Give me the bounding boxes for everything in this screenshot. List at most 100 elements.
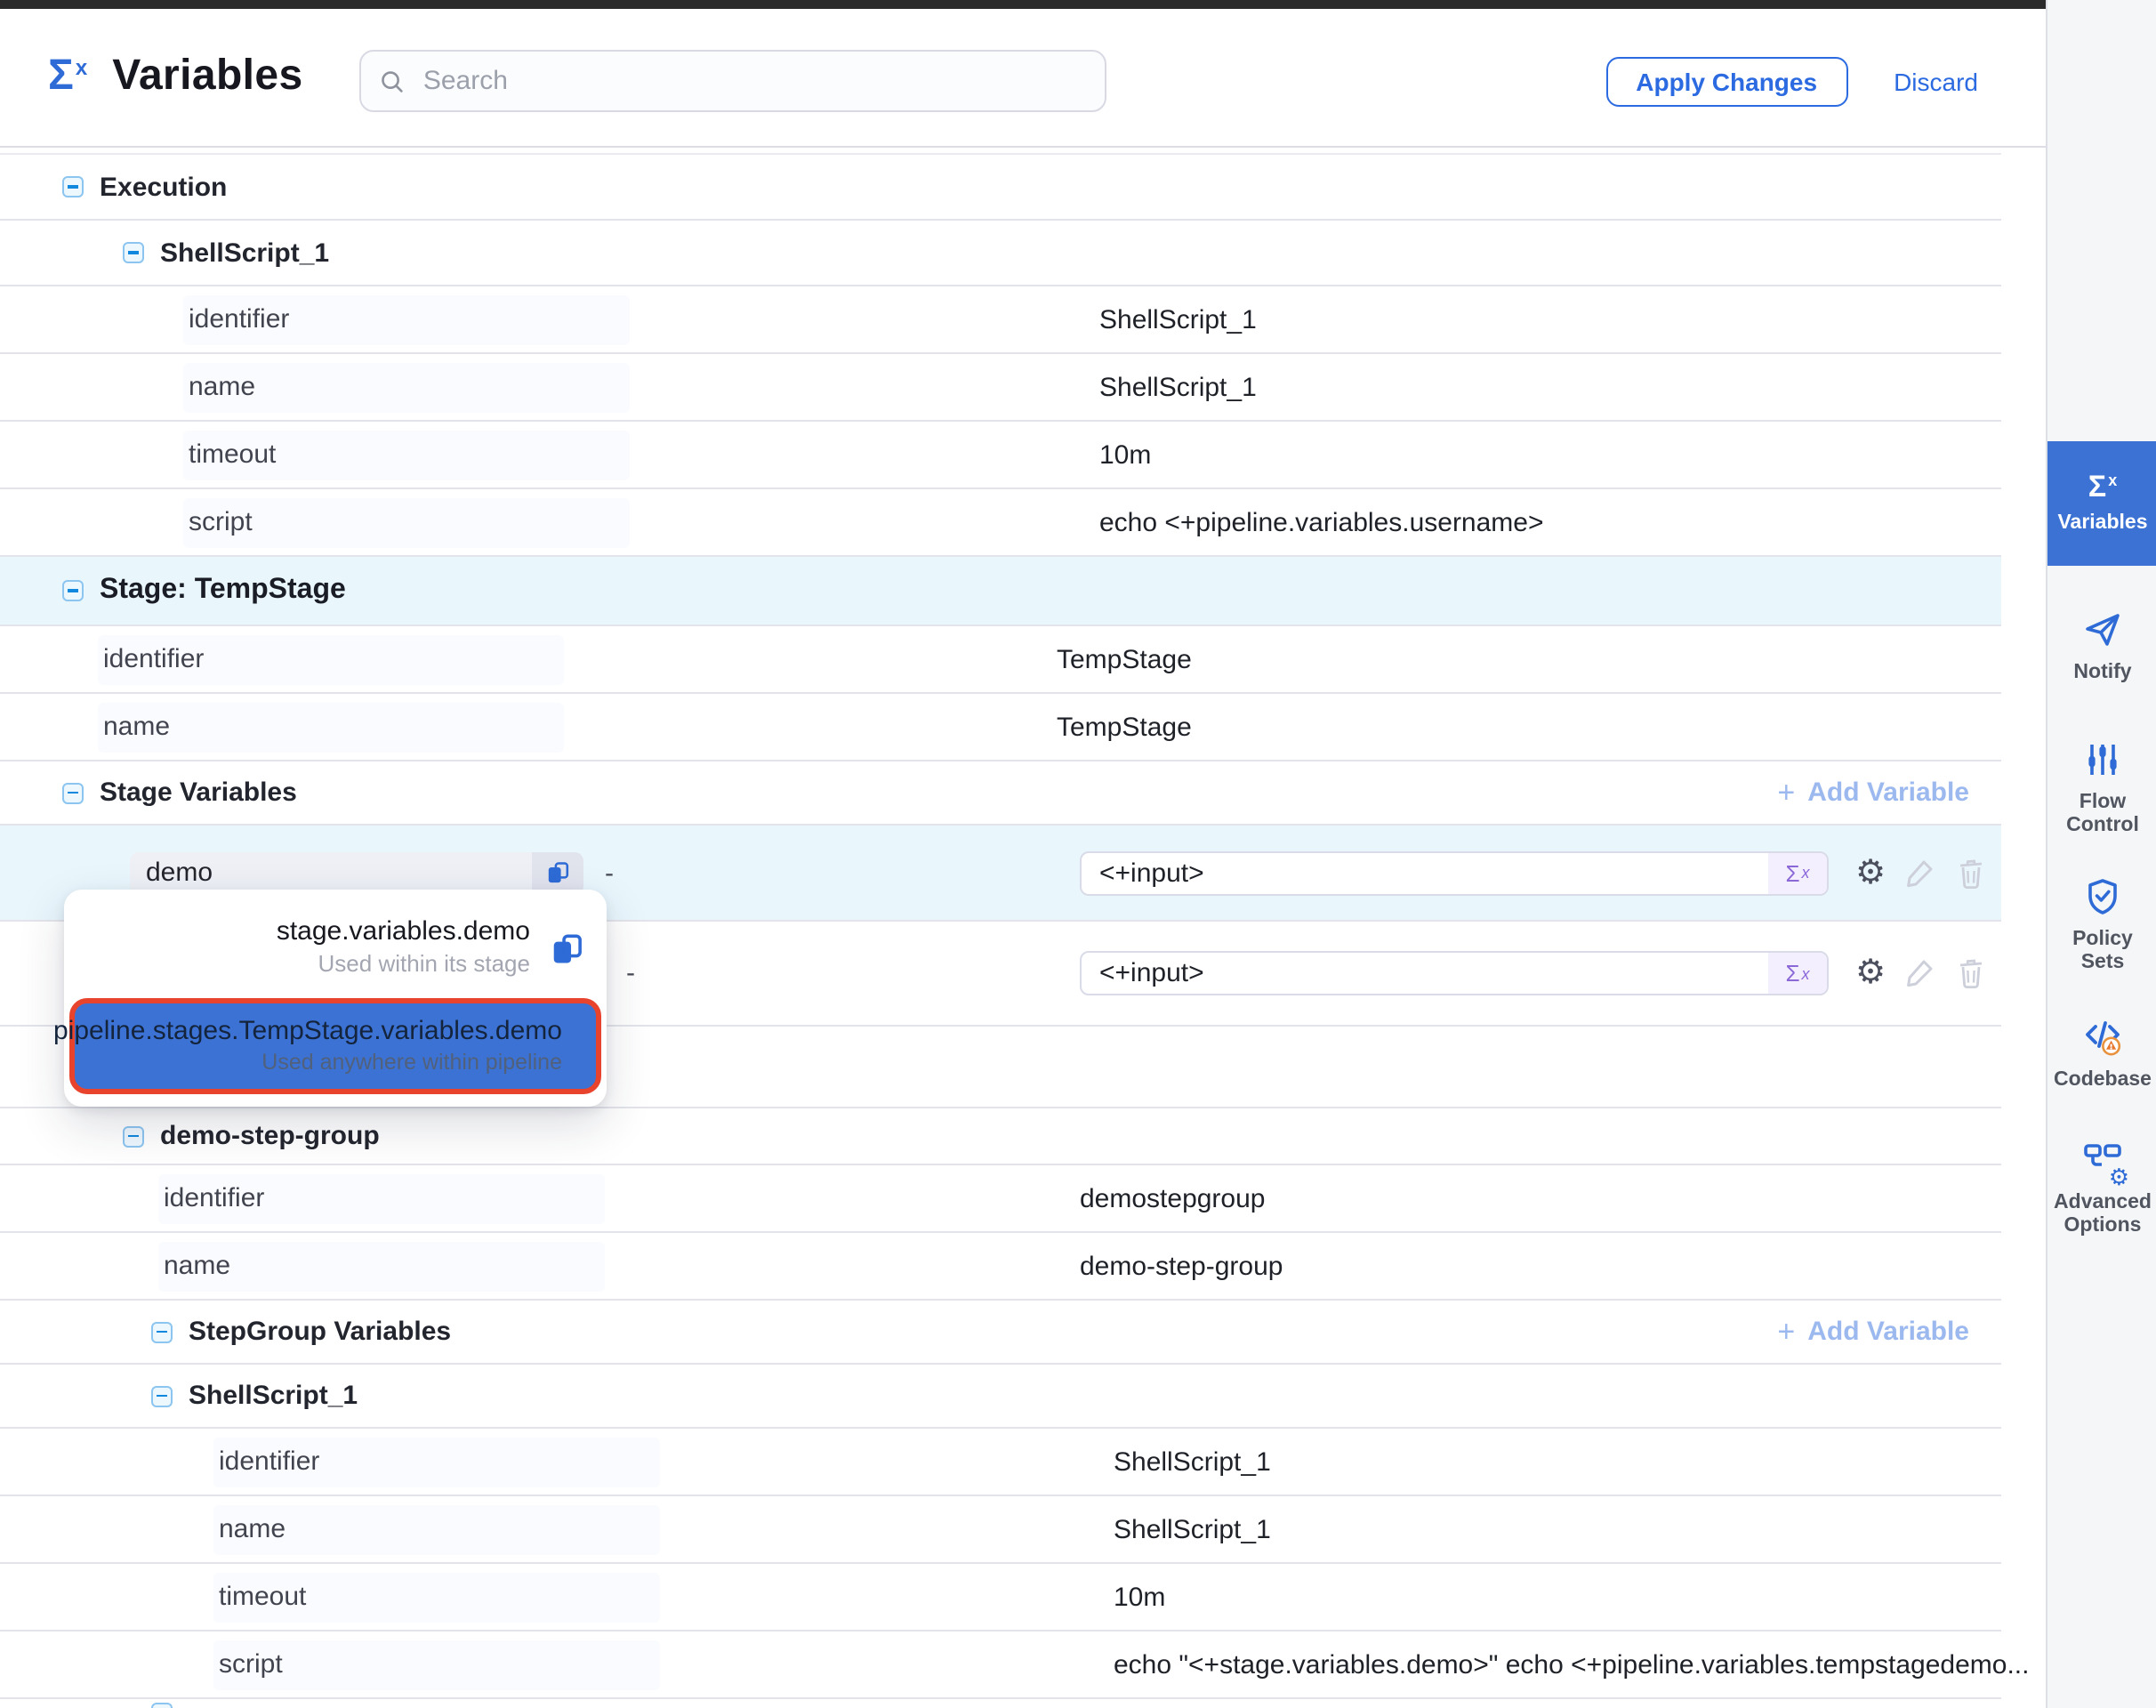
- tree-row-stage-tempstage[interactable]: Stage: TempStage: [0, 557, 2001, 626]
- field-row-script: script echo <+pipeline.variables.usernam…: [0, 489, 2001, 557]
- variable-value: <+input>: [1082, 958, 1768, 988]
- collapse-icon[interactable]: [62, 176, 84, 197]
- apply-changes-button[interactable]: Apply Changes: [1605, 57, 1847, 107]
- field-value: ShellScript_1: [1114, 1514, 1271, 1544]
- field-label: script: [219, 1649, 283, 1680]
- variable-expression-popup: stage.variables.demo Used within its sta…: [64, 890, 607, 1107]
- plus-icon: +: [1777, 1314, 1795, 1349]
- group-label: ShellScript_1: [160, 238, 329, 268]
- page-title: Variables: [112, 52, 302, 101]
- group-label: demo-step-group: [160, 1121, 380, 1151]
- expression-chip[interactable]: Σx: [1768, 852, 1827, 893]
- delete-icon[interactable]: [1955, 956, 1987, 990]
- field-label: identifier: [164, 1183, 264, 1213]
- field-label-box: identifier: [213, 1437, 660, 1486]
- group-label: ShellScript_1: [189, 1381, 358, 1411]
- add-variable-button[interactable]: + Add Variable: [1777, 1314, 1969, 1349]
- sidebar-item-label: Advanced Options: [2049, 1192, 2156, 1239]
- field-value: 10m: [1099, 439, 1151, 470]
- search-icon: [379, 67, 406, 95]
- field-value: 10m: [1114, 1582, 1165, 1612]
- field-row-name: name demo-step-group: [0, 1233, 2001, 1301]
- edit-icon[interactable]: [1902, 855, 1937, 890]
- brand: Σx Variables: [48, 52, 303, 101]
- field-label: name: [103, 712, 170, 742]
- variables-panel: Σx Variables Apply Changes Discard Execu…: [0, 0, 2156, 1708]
- field-label: name: [219, 1514, 286, 1544]
- field-value: echo <+pipeline.variables.username>: [1099, 507, 1544, 537]
- add-variable-label: Add Variable: [1807, 777, 1969, 808]
- sliders-icon: [2081, 738, 2124, 781]
- tree-row-execution[interactable]: Execution: [0, 155, 2001, 221]
- field-row-identifier: identifier TempStage: [0, 626, 2001, 694]
- delete-icon[interactable]: [1955, 856, 1987, 890]
- code-warning-icon: [2081, 1016, 2124, 1059]
- plus-icon: +: [1777, 775, 1795, 810]
- search-box[interactable]: [359, 50, 1106, 112]
- flowchart-gear-icon: ⚙: [2081, 1139, 2124, 1181]
- copy-icon[interactable]: [548, 930, 585, 967]
- variable-name-field[interactable]: demo: [130, 851, 583, 894]
- sidebar-item-label: Flow Control: [2049, 792, 2156, 839]
- collapse-icon[interactable]: [151, 1703, 173, 1708]
- expression-option-stage[interactable]: stage.variables.demo Used within its sta…: [64, 906, 607, 991]
- field-value: ShellScript_1: [1099, 304, 1257, 334]
- copy-chip[interactable]: [532, 851, 583, 894]
- collapse-icon[interactable]: [123, 1125, 144, 1147]
- paper-plane-icon: [2081, 608, 2124, 651]
- field-label-box: identifier: [183, 294, 630, 344]
- field-label-box: name: [98, 702, 564, 752]
- sidebar-item-variables[interactable]: Σx Variables: [2047, 441, 2156, 566]
- collapse-icon[interactable]: [62, 782, 84, 803]
- variable-value-field[interactable]: <+input> Σx: [1080, 850, 1829, 895]
- tree-row-demo-step-group[interactable]: demo-step-group: [0, 1108, 2001, 1165]
- discard-button[interactable]: Discard: [1894, 68, 1978, 96]
- variable-default: -: [626, 958, 635, 988]
- field-row-script: script echo "<+stage.variables.demo>" ec…: [0, 1631, 2001, 1699]
- collapse-icon[interactable]: [62, 580, 84, 601]
- sidebar-item-label: Notify: [2049, 662, 2156, 685]
- variable-name-value: demo: [130, 858, 532, 888]
- tree-row-partial: [0, 1699, 2001, 1708]
- field-label: name: [189, 372, 255, 402]
- tree-row-shellscript[interactable]: ShellScript_1: [0, 1365, 2001, 1429]
- variable-default: -: [605, 858, 614, 888]
- sidebar-item-advanced-options[interactable]: ⚙ Advanced Options: [2047, 1139, 2156, 1239]
- shield-check-icon: [2081, 875, 2124, 918]
- sidebar-item-codebase[interactable]: Codebase: [2047, 1016, 2156, 1092]
- panel-header: Σx Variables Apply Changes Discard: [0, 9, 2046, 148]
- field-label-box: identifier: [98, 634, 564, 684]
- sidebar-item-notify[interactable]: Notify: [2047, 608, 2156, 685]
- field-row-name: name ShellScript_1: [0, 354, 2001, 422]
- expression-texts: pipeline.stages.TempStage.variables.demo…: [53, 1015, 562, 1077]
- group-label: Stage Variables: [100, 777, 297, 808]
- variables-sigma-icon: Σx: [2088, 471, 2117, 502]
- top-dark-bar: [0, 0, 2046, 9]
- tree-row-stepgroup-variables[interactable]: StepGroup Variables +Add Variable: [0, 1301, 2001, 1365]
- field-value: TempStage: [1057, 644, 1192, 674]
- field-row-identifier: identifier demostepgroup: [0, 1165, 2001, 1233]
- expression-chip[interactable]: Σx: [1768, 953, 1827, 994]
- tree-row-stage-variables[interactable]: Stage Variables + Add Variable: [0, 761, 2001, 826]
- search-input[interactable]: [420, 64, 1087, 98]
- settings-icon[interactable]: ⚙: [1855, 856, 1886, 890]
- group-label: Execution: [100, 172, 227, 202]
- expression-option-pipeline-selected[interactable]: pipeline.stages.TempStage.variables.demo…: [69, 998, 601, 1094]
- add-variable-button[interactable]: + Add Variable: [1777, 775, 1969, 810]
- field-row-timeout: timeout 10m: [0, 1564, 2001, 1631]
- variable-value: <+input>: [1082, 858, 1768, 888]
- tree-row-shellscript[interactable]: ShellScript_1: [0, 221, 2001, 286]
- field-row-name: name ShellScript_1: [0, 1496, 2001, 1564]
- collapse-icon[interactable]: [123, 242, 144, 263]
- collapse-icon[interactable]: [151, 1385, 173, 1406]
- field-label-box: name: [183, 362, 630, 412]
- collapse-icon[interactable]: [151, 1321, 173, 1342]
- sidebar-item-policy-sets[interactable]: Policy Sets: [2047, 875, 2156, 976]
- sidebar-item-flow-control[interactable]: Flow Control: [2047, 738, 2156, 839]
- variable-value-field[interactable]: <+input> Σx: [1080, 951, 1829, 995]
- settings-icon[interactable]: ⚙: [1855, 956, 1886, 990]
- field-label-box: script: [183, 497, 630, 547]
- field-value: echo "<+stage.variables.demo>" echo <+pi…: [1114, 1649, 2029, 1680]
- add-variable-label: Add Variable: [1807, 1317, 1969, 1347]
- edit-icon[interactable]: [1902, 955, 1937, 991]
